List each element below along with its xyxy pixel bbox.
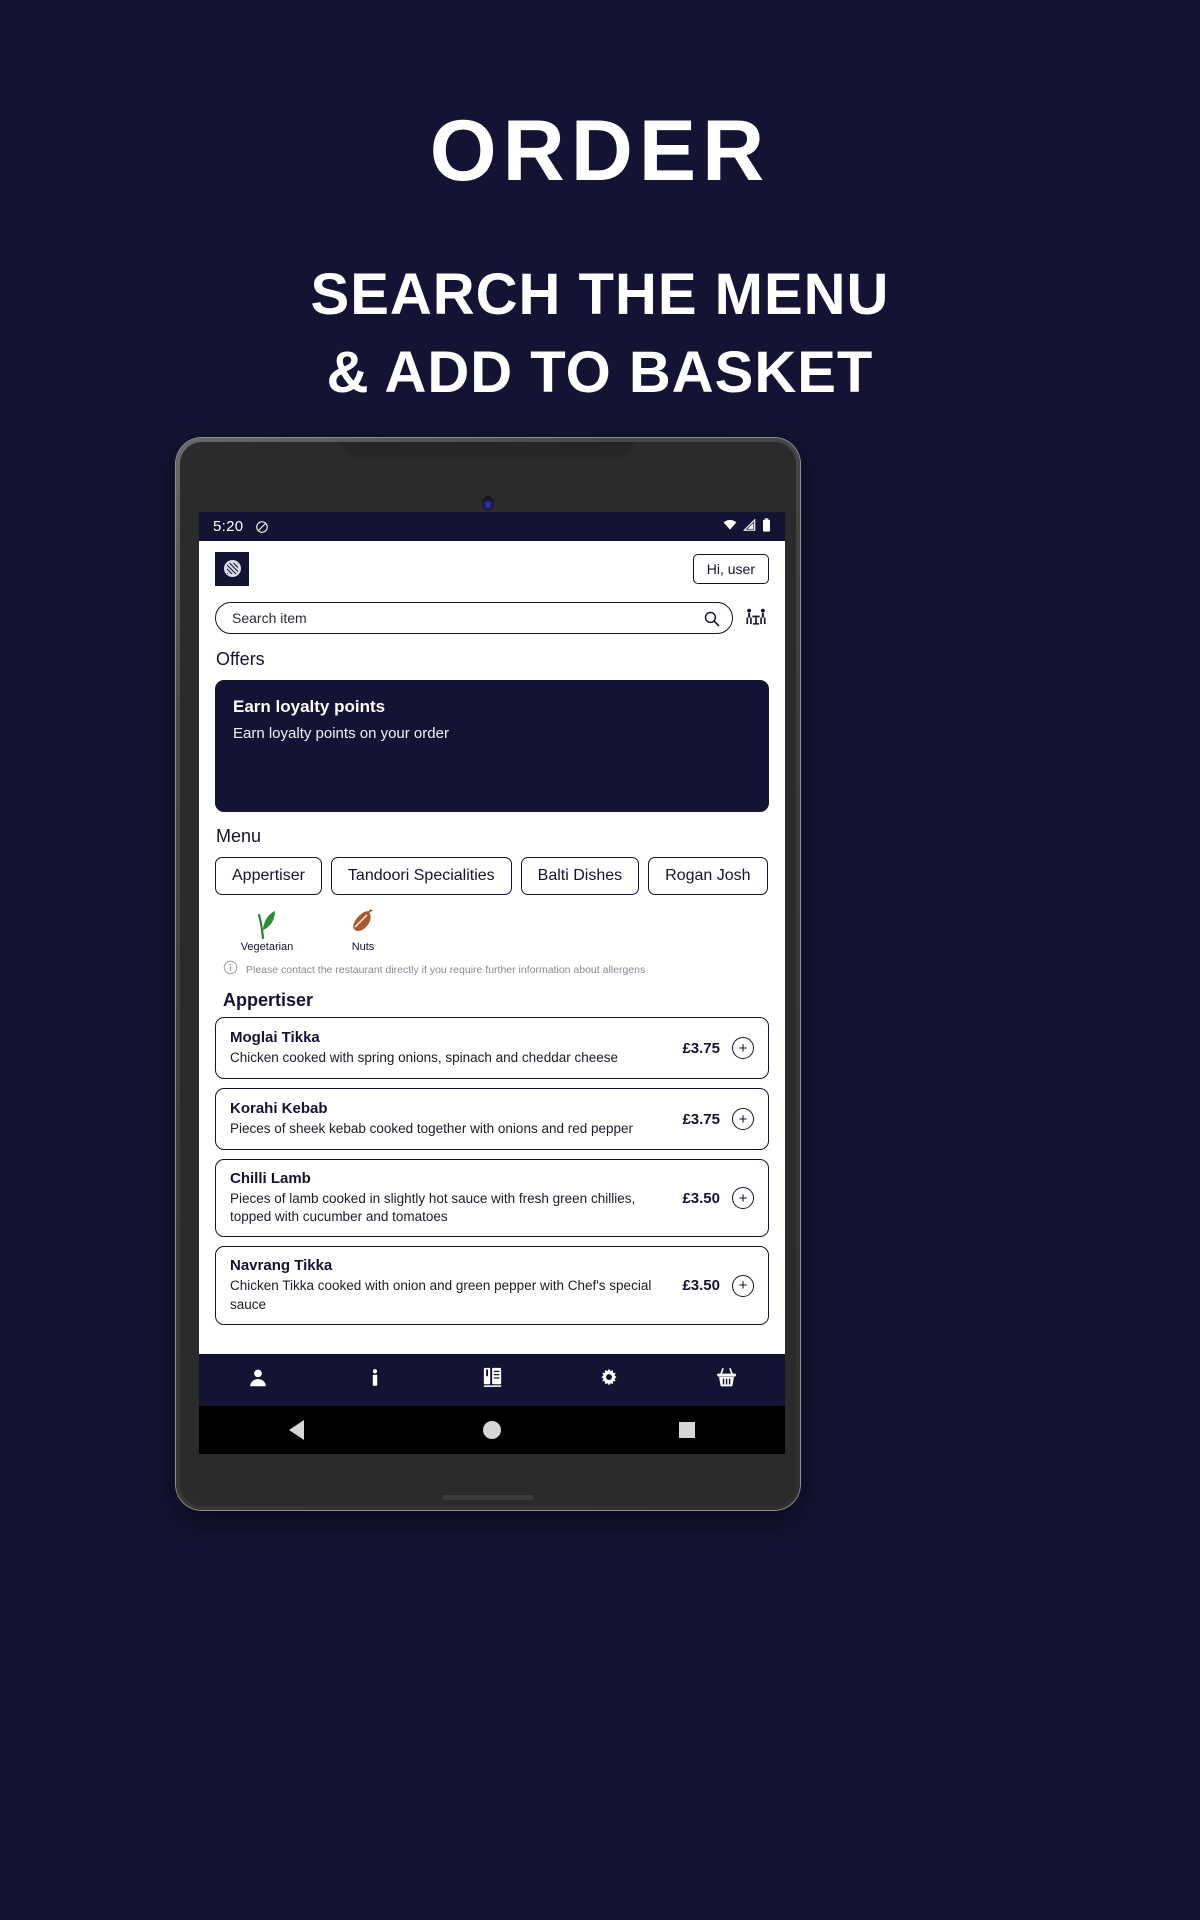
app-header: Hi, user: [199, 541, 785, 596]
system-recents-button[interactable]: [590, 1422, 785, 1438]
info-icon: [223, 960, 238, 980]
offers-section-title: Offers: [216, 649, 265, 669]
legend-item-nuts: Nuts: [333, 909, 393, 953]
tablet-mockup: 5:20 Hi, user Search item Offers Earn lo…: [176, 438, 800, 1510]
table-row[interactable]: Moglai Tikka Chicken cooked with spring …: [215, 1017, 769, 1079]
restaurant-logo-icon[interactable]: [215, 551, 249, 586]
menu-item-details: Moglai Tikka Chicken cooked with spring …: [230, 1029, 682, 1067]
menu-group-title: Appertiser: [223, 990, 314, 1010]
app-screen: 5:20 Hi, user Search item Offers Earn lo…: [199, 512, 785, 1454]
add-to-basket-button[interactable]: +: [732, 1274, 754, 1297]
menu-section-title: Menu: [216, 826, 262, 846]
menu-book-icon: [481, 1366, 504, 1394]
category-chip-tandoori-specialities[interactable]: Tandoori Specialities: [330, 857, 512, 895]
allergen-note: Please contact the restaurant directly i…: [215, 953, 769, 984]
nav-item-account[interactable]: [199, 1367, 316, 1394]
add-to-basket-button[interactable]: +: [732, 1037, 754, 1059]
promo-title: ORDER: [429, 103, 771, 199]
menu-item-details: Korahi Kebab Pieces of sheek kebab cooke…: [230, 1100, 682, 1138]
table-row[interactable]: Chilli Lamb Pieces of lamb cooked in sli…: [215, 1159, 769, 1238]
menu-item-details: Navrang Tikka Chicken Tikka cooked with …: [230, 1257, 682, 1313]
menu-item-price: £3.50: [682, 1189, 720, 1207]
nav-item-info[interactable]: [316, 1367, 433, 1394]
bottom-navigation-bar: [199, 1354, 785, 1406]
promo-subtitle: SEARCH THE MENU & ADD TO BASKET: [0, 194, 1200, 411]
menu-item-name: Moglai Tikka: [230, 1028, 320, 1046]
system-home-button[interactable]: [394, 1421, 589, 1439]
category-chip-balti-dishes[interactable]: Balti Dishes: [520, 857, 640, 895]
do-not-disturb-icon: [255, 520, 269, 534]
search-input-placeholder: Search item: [232, 610, 307, 626]
menu-item-name: Chilli Lamb: [230, 1170, 311, 1187]
nav-item-basket[interactable]: [668, 1366, 785, 1394]
category-chip-appertiser[interactable]: Appertiser: [215, 857, 322, 895]
account-greeting-button[interactable]: Hi, user: [692, 553, 769, 584]
offer-card[interactable]: Earn loyalty points Earn loyalty points …: [215, 680, 769, 812]
android-system-navigation: [199, 1406, 785, 1454]
promo-banner: ORDER SEARCH THE MENU & ADD TO BASKET: [0, 0, 1200, 411]
system-back-button[interactable]: [199, 1420, 394, 1440]
allergen-legend: Vegetarian Nuts: [215, 907, 769, 953]
add-to-basket-button[interactable]: +: [732, 1187, 754, 1210]
status-bar: 5:20: [199, 512, 785, 541]
scroll-content[interactable]: Offers Earn loyalty points Earn loyalty …: [199, 640, 785, 1354]
category-chip-list[interactable]: Appertiser Tandoori Specialities Balti D…: [215, 857, 769, 895]
tablet-frame: 5:20 Hi, user Search item Offers Earn lo…: [176, 438, 800, 1510]
legend-item-vegetarian: Vegetarian: [237, 909, 297, 953]
logo-mark: [223, 560, 241, 577]
menu-item-description: Chicken cooked with spring onions, spina…: [230, 1049, 618, 1065]
status-bar-indicators: [723, 517, 771, 536]
menu-item-description: Pieces of lamb cooked in slightly hot sa…: [230, 1191, 636, 1225]
front-camera-icon: [482, 496, 494, 511]
legend-label-vegetarian: Vegetarian: [240, 941, 294, 953]
tablet-bezel: 5:20 Hi, user Search item Offers Earn lo…: [180, 442, 796, 1506]
menu-item-price: £3.75: [682, 1039, 720, 1057]
account-person-icon: [247, 1367, 269, 1394]
battery-icon: [762, 517, 771, 536]
offer-card-subtitle: Earn loyalty points on your order: [233, 725, 449, 742]
nav-item-settings[interactable]: [551, 1367, 668, 1394]
search-row: Search item: [199, 596, 785, 640]
wifi-icon: [723, 518, 737, 535]
promo-subtitle-line-1: SEARCH THE MENU: [310, 262, 890, 327]
cellular-signal-icon: [742, 518, 756, 535]
promo-subtitle-line-2: & ADD TO BASKET: [326, 339, 874, 405]
nuts-icon: [333, 909, 393, 939]
menu-item-price: £3.50: [682, 1277, 720, 1295]
table-row[interactable]: Korahi Kebab Pieces of sheek kebab cooke…: [215, 1088, 769, 1150]
allergen-note-text: Please contact the restaurant directly i…: [246, 964, 646, 976]
home-circle-icon: [482, 1421, 501, 1439]
legend-label-nuts: Nuts: [351, 941, 375, 953]
table-booking-icon[interactable]: [743, 607, 769, 629]
offer-card-title: Earn loyalty points: [233, 697, 386, 716]
menu-item-details: Chilli Lamb Pieces of lamb cooked in sli…: [230, 1170, 682, 1226]
menu-item-name: Navrang Tikka: [230, 1257, 333, 1275]
add-to-basket-button[interactable]: +: [732, 1108, 754, 1130]
menu-item-description: Pieces of sheek kebab cooked together wi…: [230, 1120, 634, 1136]
tablet-home-indicator: [442, 1495, 534, 1500]
back-triangle-icon: [289, 1420, 305, 1440]
table-row[interactable]: Navrang Tikka Chicken Tikka cooked with …: [215, 1246, 769, 1325]
menu-item-name: Korahi Kebab: [230, 1099, 328, 1117]
search-input[interactable]: Search item: [215, 602, 733, 634]
recents-square-icon: [679, 1422, 696, 1438]
menu-item-description: Chicken Tikka cooked with onion and gree…: [230, 1278, 652, 1312]
basket-icon: [715, 1366, 738, 1394]
speaker-notch: [340, 442, 636, 459]
status-bar-time: 5:20: [213, 518, 244, 535]
settings-gear-icon: [598, 1367, 620, 1394]
menu-item-price: £3.75: [682, 1110, 720, 1128]
info-icon: [364, 1367, 386, 1394]
vegetarian-leaf-icon: [237, 909, 297, 939]
search-icon[interactable]: [703, 610, 720, 627]
nav-item-menu[interactable]: [433, 1366, 550, 1394]
category-chip-rogan-josh[interactable]: Rogan Josh: [648, 857, 768, 895]
